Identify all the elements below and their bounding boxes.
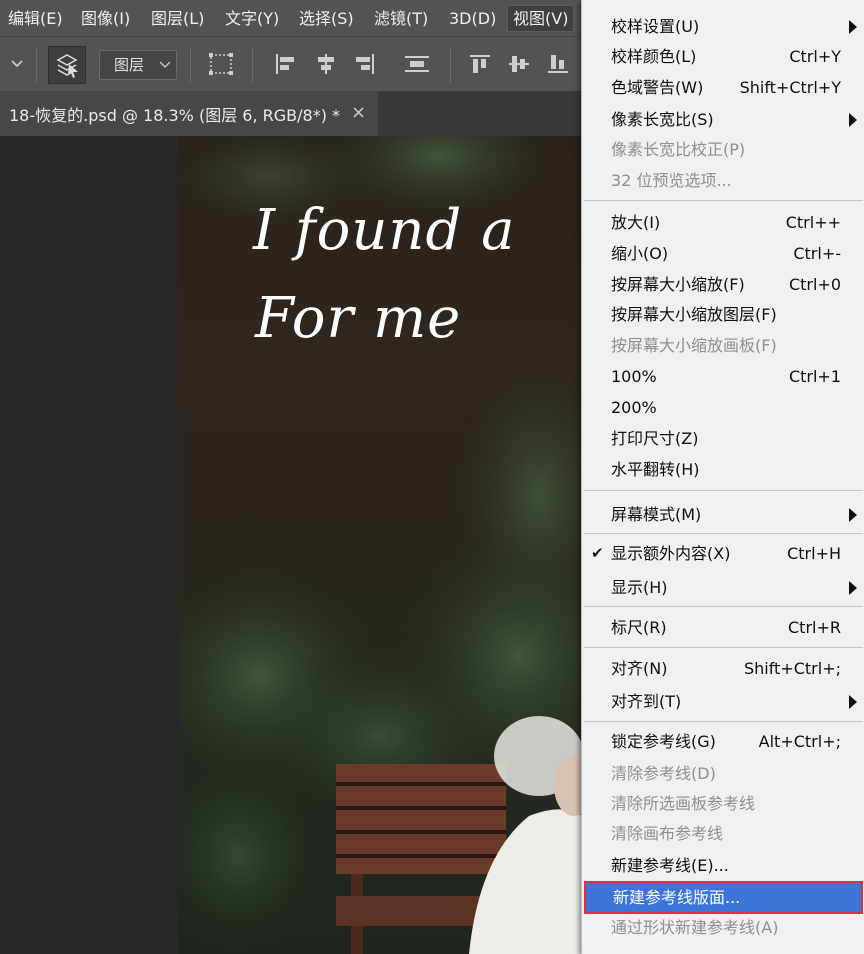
menu-item-fit-on-screen[interactable]: 按屏幕大小缩放(F) Ctrl+0: [582, 269, 864, 300]
menu-image[interactable]: 图像(I): [81, 6, 130, 31]
align-left-icon[interactable]: [272, 51, 298, 77]
auto-select-layer-icon[interactable]: [48, 46, 86, 84]
menu-item-proof-setup[interactable]: 校样设置(U): [582, 11, 864, 42]
chevron-down-icon[interactable]: [10, 59, 24, 69]
menu-item-snap-to[interactable]: 对齐到(T): [582, 686, 864, 717]
menu-item-clear-canvas-guides: 清除画布参考线: [611, 824, 724, 843]
submenu-arrow-icon: [849, 581, 857, 595]
menu-filter[interactable]: 滤镜(T): [374, 6, 428, 31]
transform-controls-icon[interactable]: [206, 51, 236, 77]
menu-item-print-size[interactable]: 打印尺寸(Z): [582, 423, 864, 454]
menu-separator: [584, 606, 863, 607]
menu-item-proof-colors[interactable]: 校样颜色(L) Ctrl+Y: [582, 41, 864, 72]
menu-item-zoom-in[interactable]: 放大(I) Ctrl++: [582, 207, 864, 238]
checkmark-icon: ✔: [591, 544, 604, 562]
submenu-arrow-icon: [849, 113, 857, 127]
submenu-arrow-icon: [849, 508, 857, 522]
align-right-icon[interactable]: [352, 51, 378, 77]
menu-item-32bit-preview-options: 32 位预览选项...: [611, 171, 732, 190]
menu-item-flip-horizontal[interactable]: 水平翻转(H): [582, 454, 864, 485]
menu-item-show[interactable]: 显示(H): [582, 572, 864, 603]
menu-item-gamut-warning[interactable]: 色域警告(W) Shift+Ctrl+Y: [582, 72, 864, 103]
align-horizontal-center-icon[interactable]: [313, 51, 339, 77]
layer-select-dropdown[interactable]: 图层: [99, 50, 177, 80]
close-tab-icon[interactable]: ×: [351, 102, 366, 123]
canvas-text-line-1: I found a: [253, 198, 516, 263]
menu-item-lock-guides[interactable]: 锁定参考线(G) Alt+Ctrl+;: [582, 726, 864, 757]
document-tab[interactable]: 18-恢复的.psd @ 18.3% (图层 6, RGB/8*) * ×: [0, 91, 378, 136]
menu-type[interactable]: 文字(Y): [225, 6, 279, 31]
menu-item-new-guide-layout[interactable]: 新建参考线版面...: [584, 881, 863, 914]
menu-separator: [584, 721, 863, 722]
menu-separator: [584, 647, 863, 648]
menu-edit[interactable]: 编辑(E): [8, 6, 63, 31]
menu-item-new-guide[interactable]: 新建参考线(E)...: [582, 850, 864, 881]
align-top-icon[interactable]: [467, 51, 493, 77]
document-tab-title: 18-恢复的.psd @ 18.3% (图层 6, RGB/8*) *: [9, 106, 341, 125]
menu-item-snap[interactable]: 对齐(N) Shift+Ctrl+;: [582, 653, 864, 684]
view-menu-dropdown: 校样设置(U) 校样颜色(L) Ctrl+Y 色域警告(W) Shift+Ctrl+…: [581, 0, 864, 954]
menu-separator: [584, 200, 863, 201]
menu-item-100-percent[interactable]: 100% Ctrl+1: [582, 361, 864, 392]
submenu-arrow-icon: [849, 20, 857, 34]
menu-3d[interactable]: 3D(D): [449, 6, 496, 31]
menu-item-pixel-aspect-correction: 像素长宽比校正(P): [611, 140, 746, 159]
menu-item-200-percent[interactable]: 200%: [582, 392, 864, 423]
menu-item-clear-selected-artboard-guides: 清除所选画板参考线: [611, 794, 756, 813]
menu-select[interactable]: 选择(S): [299, 6, 354, 31]
menu-item-rulers[interactable]: 标尺(R) Ctrl+R: [582, 612, 864, 643]
align-vertical-center-icon[interactable]: [506, 51, 532, 77]
menu-view[interactable]: 视图(V): [507, 5, 575, 32]
menu-item-zoom-out[interactable]: 缩小(O) Ctrl+-: [582, 238, 864, 269]
menu-item-screen-mode[interactable]: 屏幕模式(M): [582, 499, 864, 530]
distribute-horizontal-icon[interactable]: [402, 51, 432, 77]
align-bottom-icon[interactable]: [545, 51, 571, 77]
submenu-arrow-icon: [849, 695, 857, 709]
document-canvas[interactable]: I found a For me: [179, 136, 599, 954]
menu-separator: [584, 533, 863, 534]
menu-item-clear-guides: 清除参考线(D): [611, 764, 716, 783]
menu-separator: [584, 490, 863, 491]
canvas-text-line-2: For me: [255, 286, 462, 351]
menu-item-pixel-aspect-ratio[interactable]: 像素长宽比(S): [582, 104, 864, 135]
chevron-down-icon: [159, 61, 171, 68]
menu-item-fit-layer-on-screen[interactable]: 按屏幕大小缩放图层(F): [582, 299, 864, 330]
menu-item-fit-artboard-on-screen: 按屏幕大小缩放画板(F): [611, 336, 777, 355]
menu-item-new-guides-from-shape: 通过形状新建参考线(A): [611, 918, 779, 937]
menu-item-show-extras[interactable]: ✔ 显示额外内容(X) Ctrl+H: [582, 538, 864, 569]
menu-layer[interactable]: 图层(L): [151, 6, 204, 31]
